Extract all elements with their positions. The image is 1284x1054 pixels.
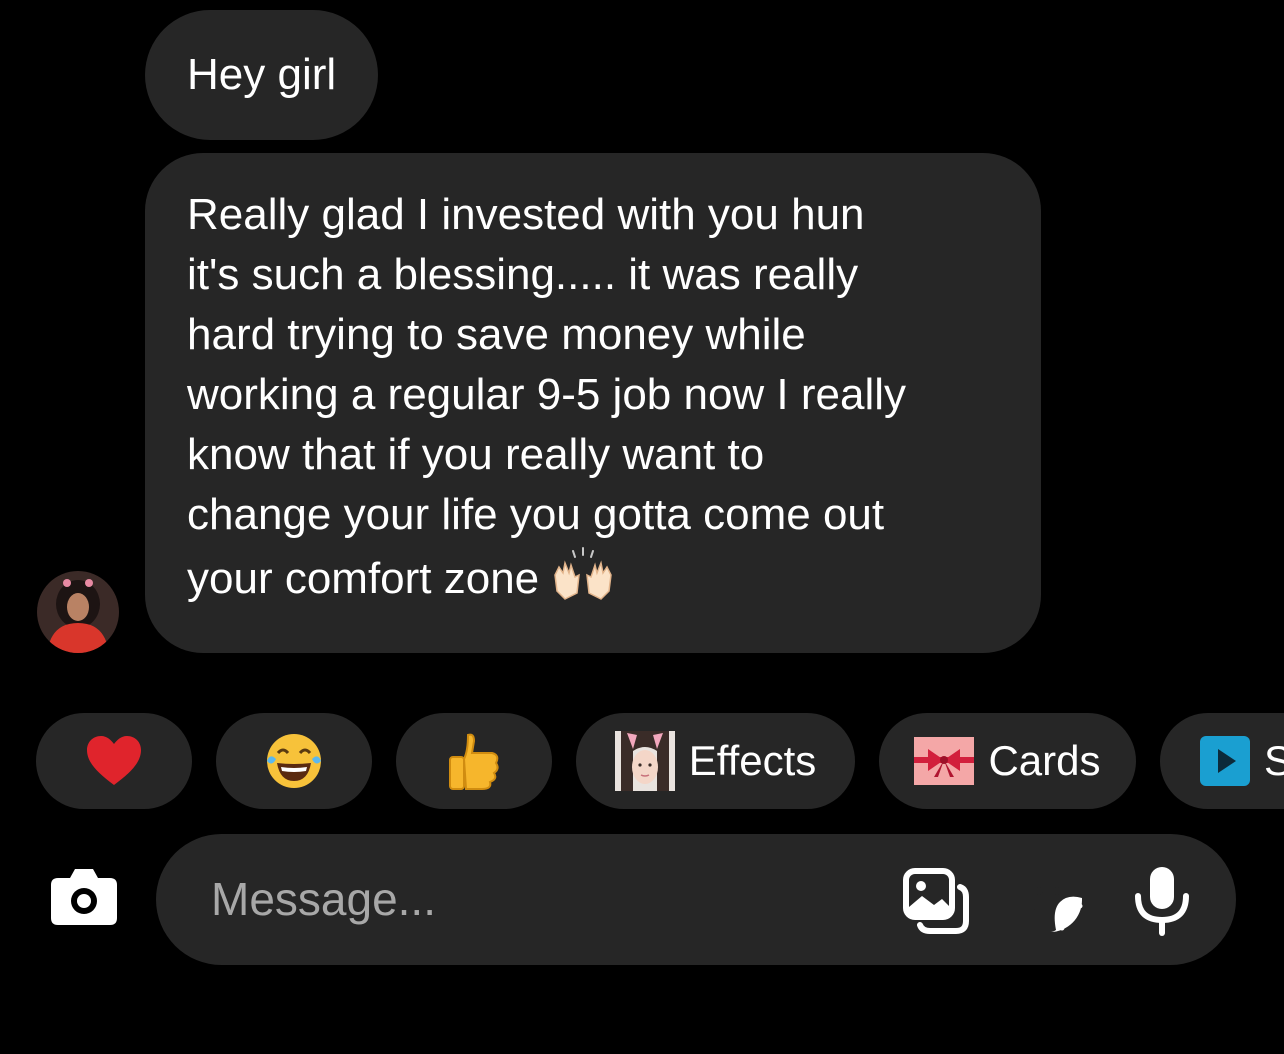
microphone-icon [1135,867,1189,936]
reaction-thumbs-up-button[interactable] [396,713,552,809]
effects-button[interactable]: Effects [576,713,855,809]
play-icon [1200,736,1250,786]
message-bubble[interactable]: Hey girl [145,10,379,140]
tears-of-joy-icon [267,734,321,788]
heart-icon [87,736,141,785]
reaction-heart-button[interactable] [36,713,192,809]
sticker-button[interactable] [1016,866,1084,934]
message-composer[interactable]: Message... [156,834,1236,965]
message-text: Hey girl [187,50,337,99]
message-text: Really glad I invested with you hun it's… [187,190,907,603]
raising-hands-emoji [551,545,615,619]
message-bubble[interactable]: Really glad I invested with you hun it's… [145,153,1041,653]
stickers-label: S [1264,737,1284,784]
camera-button[interactable] [50,866,118,928]
reaction-laugh-button[interactable] [216,713,372,809]
message-input[interactable]: Message... [211,834,436,965]
quick-actions-row: Effects Cards S [0,713,1284,809]
gallery-icon [903,868,969,934]
microphone-button[interactable] [1132,864,1192,936]
stickers-button[interactable]: S [1160,713,1284,809]
gallery-button[interactable] [902,867,970,935]
cards-label: Cards [988,737,1101,784]
cards-button[interactable]: Cards [879,713,1136,809]
thumbs-up-icon [449,733,499,790]
effects-label: Effects [688,737,817,784]
camera-icon [51,869,117,925]
gift-ribbon-icon [914,737,975,785]
avatar[interactable] [37,571,119,653]
bunny-face-thumbnail [614,731,675,791]
sticker-icon [1018,868,1083,932]
